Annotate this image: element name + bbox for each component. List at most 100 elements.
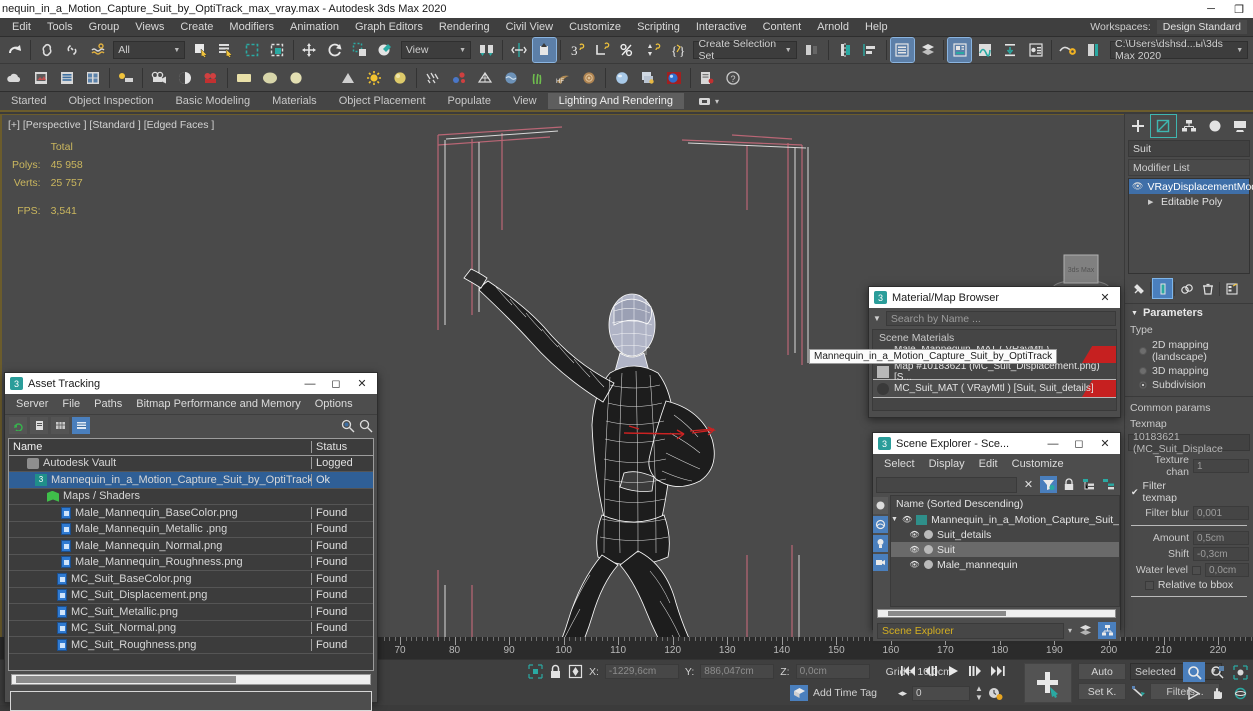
scene-explorer-column-header[interactable]: Name (Sorted Descending) [891,496,1119,512]
water-level-value[interactable]: 0,0cm [1205,563,1249,577]
menu-item-edit[interactable]: Edit [4,19,39,35]
material-library-icon[interactable] [636,66,660,90]
next-frame-icon[interactable] [967,665,983,677]
x-coordinate-field[interactable]: -1229,6cm [604,664,679,679]
tab-object-placement[interactable]: Object Placement [328,93,437,109]
curve-editor-icon[interactable] [973,38,996,62]
material-row-map-10183621[interactable]: Map #10183621 (MC_Suit_Displacement.png)… [873,363,1116,380]
table-row[interactable]: Autodesk Vault Logged [9,456,373,472]
time-tag-icon[interactable] [790,685,808,701]
scene-hierarchy-icon[interactable] [1098,622,1116,639]
column-header-name[interactable]: Name [9,441,311,453]
create-selection-set-dropdown[interactable]: Create Selection Set ▼ [693,38,797,62]
check-icon[interactable]: ✔ [1131,487,1139,498]
key-tangent-icon[interactable] [1130,685,1146,699]
menu-item-graph-editors[interactable]: Graph Editors [347,19,431,35]
render-setup-icon[interactable] [1024,38,1047,62]
material-glass-icon[interactable] [610,66,634,90]
chevron-down-icon[interactable]: ▼ [891,516,898,523]
material-row-mc-suit-mat[interactable]: MC_Suit_MAT ( VRayMtl ) [Suit, Suit_deta… [873,379,1116,398]
zoom-icon[interactable] [1183,662,1205,682]
set-key-button[interactable]: Set K. [1078,683,1126,700]
menu-item-tools[interactable]: Tools [39,19,81,35]
select-and-move-icon[interactable] [298,38,321,62]
orbit-view-icon[interactable] [1229,683,1251,703]
show-end-result-icon[interactable] [1152,278,1173,299]
clear-search-icon[interactable]: ✕ [1020,476,1037,493]
isolate-selection-icon[interactable] [568,664,583,679]
scrollbar-thumb[interactable] [888,611,1006,616]
reference-coordinate-dropdown[interactable]: View ▼ [400,41,472,59]
eye-icon[interactable]: 👁 [1132,181,1143,192]
eye-icon[interactable]: 👁 [902,515,912,524]
at-menu-bitmap-performance[interactable]: Bitmap Performance and Memory [129,396,307,412]
chevron-right-icon[interactable]: ▶ [1148,198,1157,206]
at-menu-file[interactable]: File [55,396,87,412]
filter-cameras-icon[interactable] [873,554,888,571]
material-water-icon[interactable] [499,66,523,90]
motion-tab-icon[interactable] [1202,115,1228,137]
help-question-icon[interactable] [359,419,373,433]
material-round-swatch-icon[interactable] [284,66,308,90]
at-menu-server[interactable]: Server [9,396,55,412]
modifier-row-vraydisplacementmod[interactable]: 👁 VRayDisplacementMod [1129,179,1253,194]
material-rain-icon[interactable] [421,66,445,90]
frame-spinner-icon[interactable]: ▲ ▼ [975,684,983,702]
render-elements-icon[interactable] [81,66,105,90]
menu-item-civil-view[interactable]: Civil View [498,19,561,35]
window-crossing-toggle-icon[interactable] [265,38,288,62]
material-wood-icon[interactable] [577,66,601,90]
zoom-all-icon[interactable] [1206,662,1228,682]
asset-tracking-icon[interactable] [695,66,719,90]
relative-to-bbox-checkbox[interactable] [1144,580,1154,590]
tree-row-suit[interactable]: 👁 Suit [891,542,1119,557]
material-flat-swatch-icon[interactable] [232,66,256,90]
display-tab-icon[interactable] [1227,115,1253,137]
selection-filter-dropdown[interactable]: All ▼ [113,41,186,59]
type-option-subdivision[interactable]: Subdivision [1125,378,1253,392]
project-folder-dropdown[interactable]: C:\Users\dshsd...ы\3ds Max 2020 ▼ [1110,38,1249,62]
previous-frame-icon[interactable] [923,665,939,677]
add-time-tag-label[interactable]: Add Time Tag [813,687,877,699]
tab-started[interactable]: Started [0,93,57,109]
field-of-view-icon[interactable] [1183,683,1205,703]
mirror-icon[interactable] [507,38,530,62]
shift-value[interactable]: -0,3cm [1193,547,1249,561]
water-level-checkbox[interactable] [1192,565,1201,575]
chevron-down-icon[interactable]: ▼ [873,314,881,323]
tree-row-suit-details[interactable]: 👁 Suit_details [891,527,1119,542]
auto-key-button[interactable]: Auto [1078,663,1126,680]
relative-to-bbox-row[interactable]: Relative to bbox [1125,578,1253,592]
column-header-status[interactable]: Status [311,440,373,453]
placement-tool-icon[interactable] [374,38,397,62]
named-selection-sets-icon[interactable]: 3 [565,38,588,62]
material-browser-list[interactable]: Scene Materials Male_Mannequin_MAT ( VRa… [872,329,1117,411]
menu-item-arnold[interactable]: Arnold [809,19,857,35]
table-row[interactable]: Maps / Shaders [9,489,373,505]
menu-item-content[interactable]: Content [755,19,810,35]
layer-explorer-icon[interactable] [590,38,613,62]
percent-snap-icon[interactable] [616,38,639,62]
current-frame-field[interactable]: 0 [912,685,971,701]
material-hair-fur-icon[interactable]: HF [551,66,575,90]
scene-explorer-minimize-button[interactable]: — [1040,433,1066,454]
modifier-list-dropdown[interactable]: Modifier List [1128,159,1250,176]
help-icon[interactable]: ? [721,66,745,90]
filter-texmap-row[interactable]: ✔ Filter texmap [1125,479,1253,505]
tab-materials[interactable]: Materials [261,93,328,109]
pan-view-icon[interactable] [1206,683,1228,703]
tab-view[interactable]: View [502,93,548,109]
se-menu-customize[interactable]: Customize [1005,456,1071,472]
eye-icon[interactable]: 👁 [909,530,920,539]
go-to-end-icon[interactable] [990,665,1006,677]
minimize-button[interactable]: ─ [1197,0,1225,18]
play-animation-icon[interactable] [946,664,960,678]
layers-icon[interactable] [1076,622,1094,639]
use-pivot-center-icon[interactable] [475,38,498,62]
material-gold-icon[interactable] [388,66,412,90]
toggle-scene-explorer-icon[interactable] [889,37,915,63]
type-option-2d-mapping[interactable]: 2D mapping (landscape) [1125,338,1253,364]
filter-lights-icon[interactable] [873,535,888,552]
menu-item-scripting[interactable]: Scripting [629,19,688,35]
material-map-preview-icon[interactable] [662,66,686,90]
